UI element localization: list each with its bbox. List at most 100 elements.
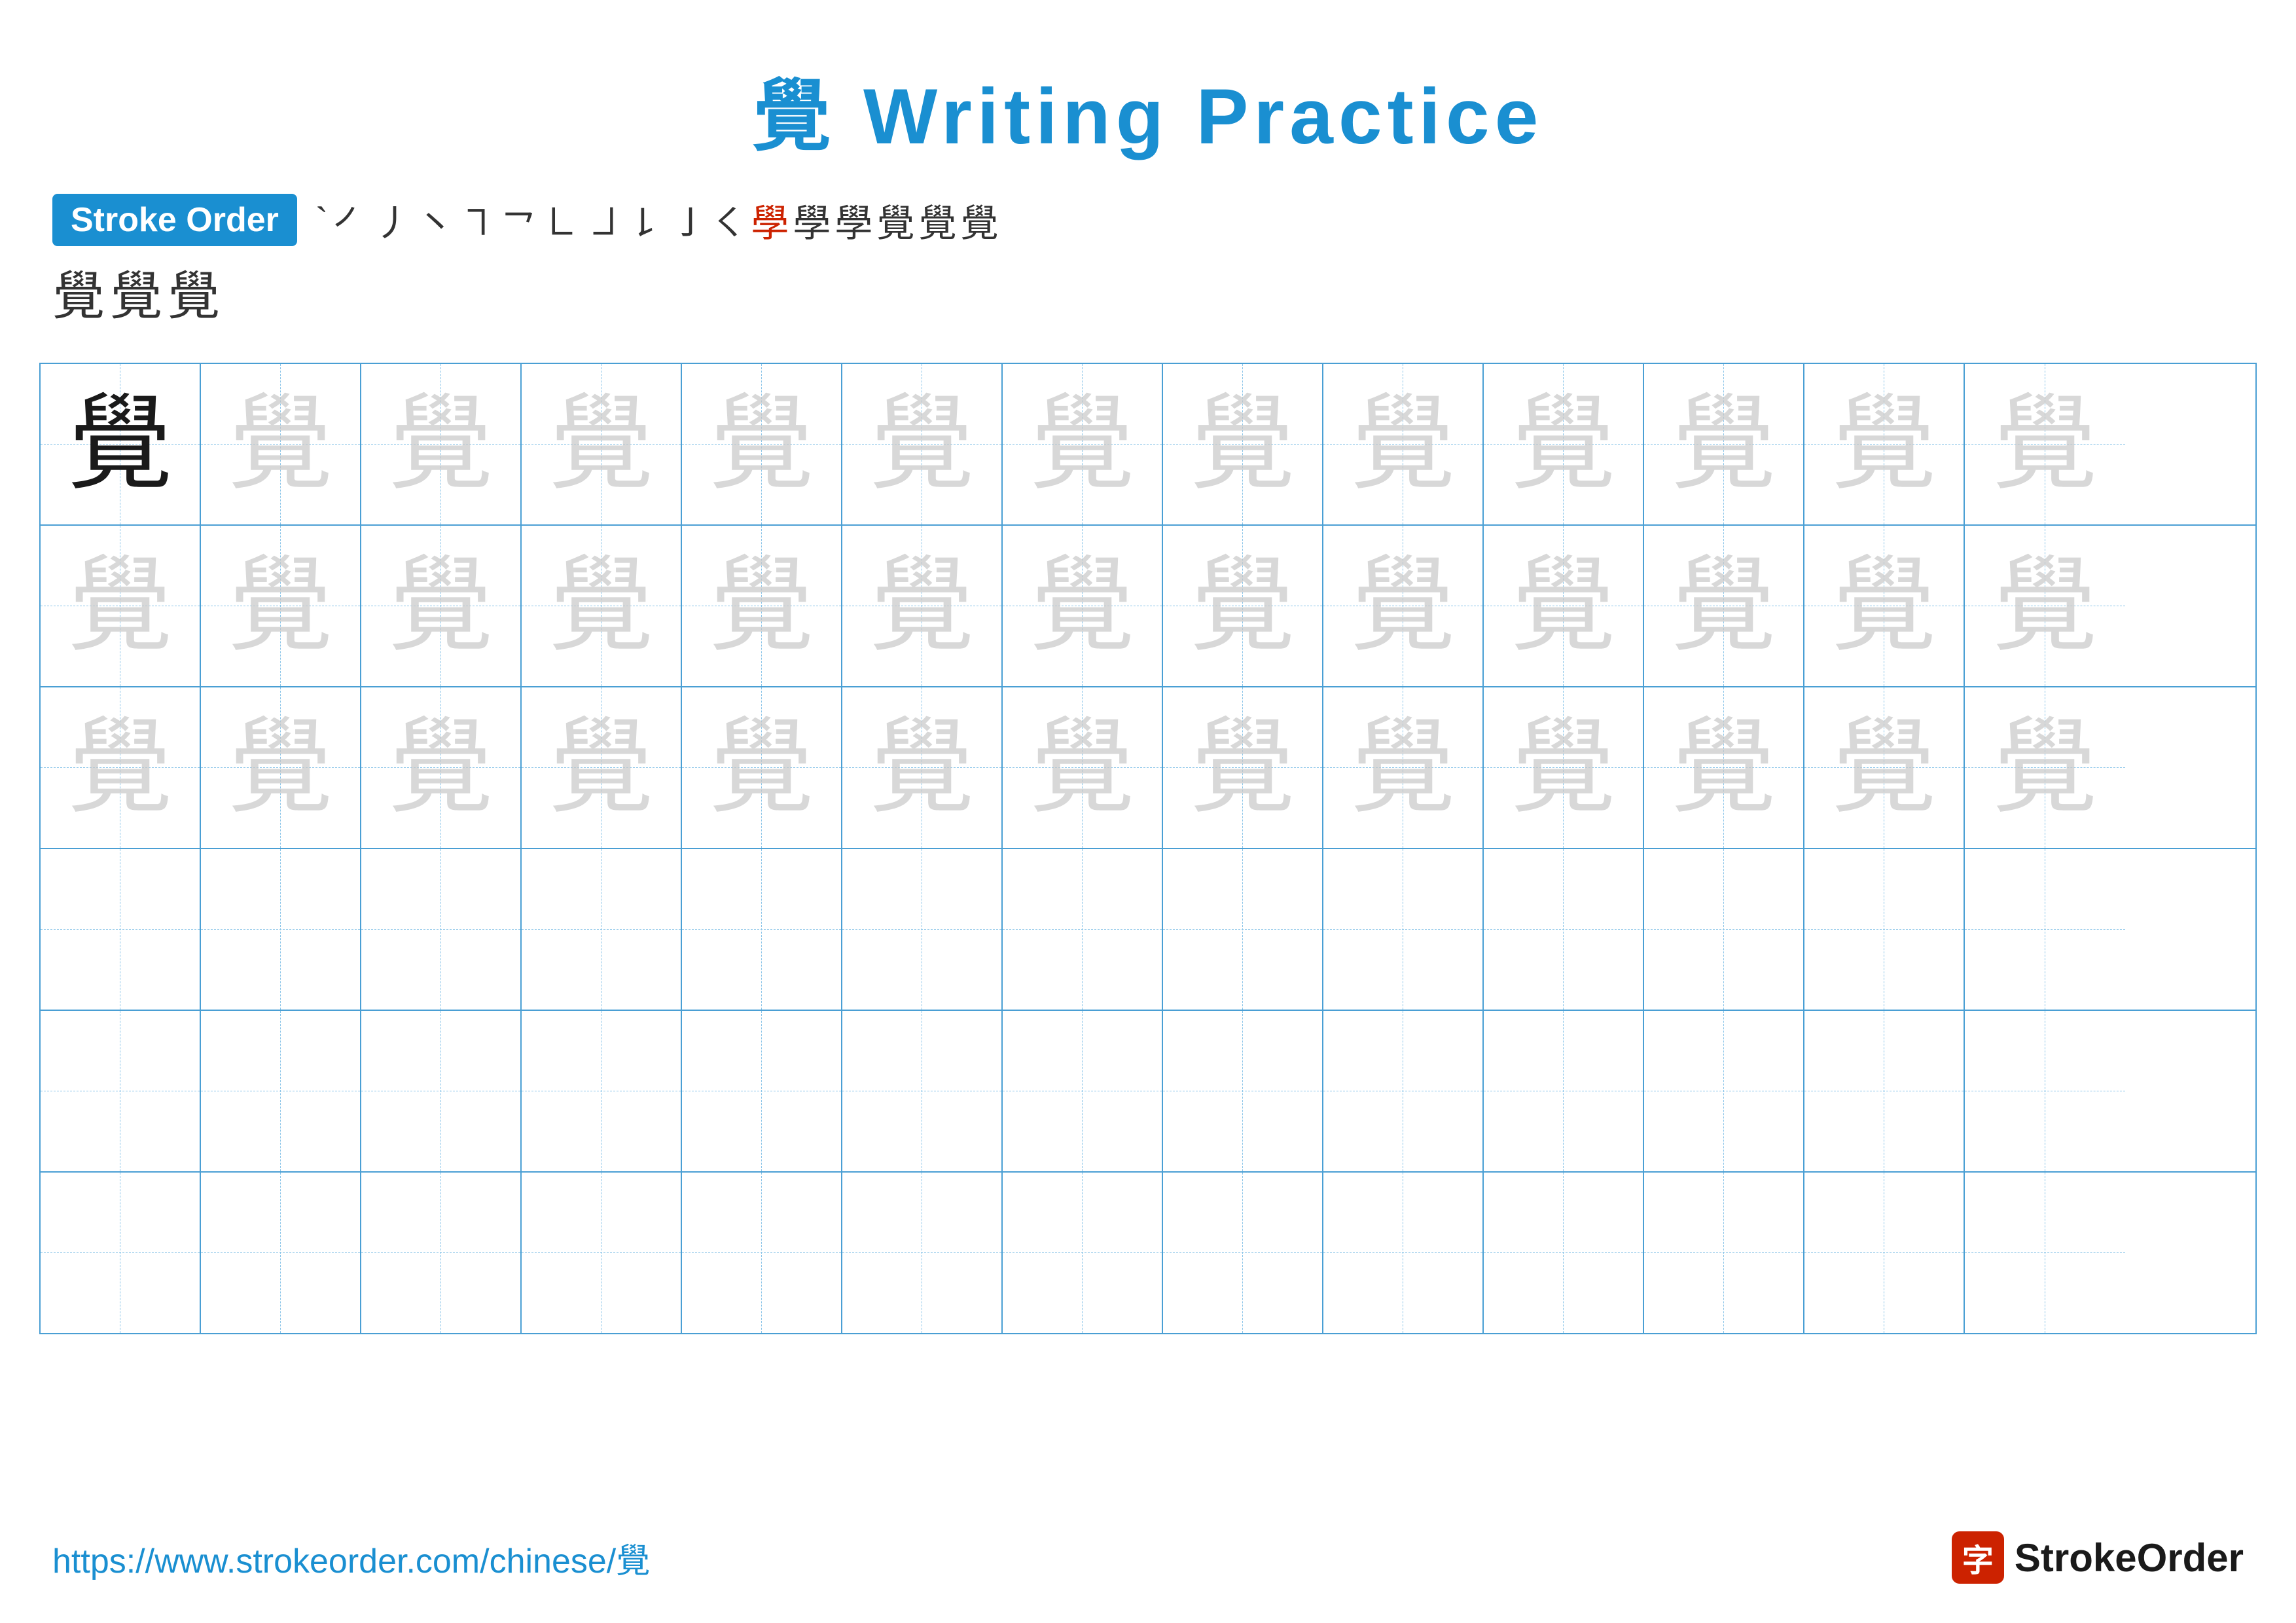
grid-cell-4-8[interactable] bbox=[1163, 849, 1323, 1010]
grid-cell-2-3[interactable]: 覺 bbox=[361, 526, 522, 686]
grid-cell-3-4[interactable]: 覺 bbox=[522, 687, 682, 848]
grid-cell-5-12[interactable] bbox=[1804, 1011, 1965, 1171]
grid-cell-6-7[interactable] bbox=[1003, 1173, 1163, 1333]
grid-cell-2-10[interactable]: 覺 bbox=[1484, 526, 1644, 686]
grid-cell-3-9[interactable]: 覺 bbox=[1323, 687, 1484, 848]
grid-cell-2-1[interactable]: 覺 bbox=[41, 526, 201, 686]
stroke-char-9: ㇙ bbox=[625, 192, 663, 247]
grid-cell-1-8[interactable]: 覺 bbox=[1163, 364, 1323, 524]
grid-cell-5-8[interactable] bbox=[1163, 1011, 1323, 1171]
stroke-char-14: 學 bbox=[834, 192, 872, 247]
stroke-char-5: ㇕ bbox=[457, 192, 495, 247]
grid-cell-3-3[interactable]: 覺 bbox=[361, 687, 522, 848]
grid-cell-3-13[interactable]: 覺 bbox=[1965, 687, 2125, 848]
grid-cell-6-5[interactable] bbox=[682, 1173, 842, 1333]
grid-cell-6-13[interactable] bbox=[1965, 1173, 2125, 1333]
grid-cell-2-6[interactable]: 覺 bbox=[842, 526, 1003, 686]
grid-cell-2-7[interactable]: 覺 bbox=[1003, 526, 1163, 686]
grid-cell-4-9[interactable] bbox=[1323, 849, 1484, 1010]
grid-cell-1-1[interactable]: 覺 bbox=[41, 364, 201, 524]
grid-cell-4-2[interactable] bbox=[201, 849, 361, 1010]
grid-cell-3-1[interactable]: 覺 bbox=[41, 687, 201, 848]
grid-row-3: 覺 覺 覺 覺 覺 覺 覺 覺 覺 覺 覺 覺 覺 bbox=[41, 687, 2255, 849]
grid-cell-1-5[interactable]: 覺 bbox=[682, 364, 842, 524]
stroke-char-4: ㇔ bbox=[416, 192, 454, 247]
grid-cell-3-10[interactable]: 覺 bbox=[1484, 687, 1644, 848]
grid-cell-4-1[interactable] bbox=[41, 849, 201, 1010]
grid-cell-1-10[interactable]: 覺 bbox=[1484, 364, 1644, 524]
page-title: 覺 Writing Practice bbox=[0, 0, 2296, 166]
stroke-char-3: ㇓ bbox=[374, 192, 412, 247]
grid-row-6 bbox=[41, 1173, 2255, 1333]
grid-cell-6-8[interactable] bbox=[1163, 1173, 1323, 1333]
grid-cell-5-13[interactable] bbox=[1965, 1011, 2125, 1171]
grid-cell-5-1[interactable] bbox=[41, 1011, 201, 1171]
grid-cell-3-7[interactable]: 覺 bbox=[1003, 687, 1163, 848]
grid-cell-4-13[interactable] bbox=[1965, 849, 2125, 1010]
grid-cell-4-3[interactable] bbox=[361, 849, 522, 1010]
grid-cell-2-11[interactable]: 覺 bbox=[1644, 526, 1804, 686]
grid-cell-1-6[interactable]: 覺 bbox=[842, 364, 1003, 524]
grid-cell-5-5[interactable] bbox=[682, 1011, 842, 1171]
grid-cell-5-4[interactable] bbox=[522, 1011, 682, 1171]
grid-cell-2-13[interactable]: 覺 bbox=[1965, 526, 2125, 686]
grid-cell-2-2[interactable]: 覺 bbox=[201, 526, 361, 686]
stroke-chars-row1: ˋ ㇒ ㇓ ㇔ ㇕ ㇖ ㇗ ㇘ ㇙ ㇚ ㇛ 學 學 學 覺 覺 覺 bbox=[315, 192, 999, 247]
grid-cell-4-11[interactable] bbox=[1644, 849, 1804, 1010]
grid-cell-6-11[interactable] bbox=[1644, 1173, 1804, 1333]
grid-row-4 bbox=[41, 849, 2255, 1011]
grid-cell-2-5[interactable]: 覺 bbox=[682, 526, 842, 686]
grid-cell-3-11[interactable]: 覺 bbox=[1644, 687, 1804, 848]
grid-cell-3-8[interactable]: 覺 bbox=[1163, 687, 1323, 848]
grid-cell-3-5[interactable]: 覺 bbox=[682, 687, 842, 848]
grid-cell-1-4[interactable]: 覺 bbox=[522, 364, 682, 524]
grid-cell-6-9[interactable] bbox=[1323, 1173, 1484, 1333]
grid-cell-1-11[interactable]: 覺 bbox=[1644, 364, 1804, 524]
stroke-char-10: ㇚ bbox=[667, 192, 705, 247]
logo-text: StrokeOrder bbox=[2015, 1535, 2244, 1580]
stroke-chars-row2: 覺 覺 覺 bbox=[0, 254, 2296, 350]
grid-cell-6-10[interactable] bbox=[1484, 1173, 1644, 1333]
grid-cell-1-2[interactable]: 覺 bbox=[201, 364, 361, 524]
grid-cell-6-3[interactable] bbox=[361, 1173, 522, 1333]
grid-cell-3-12[interactable]: 覺 bbox=[1804, 687, 1965, 848]
grid-cell-3-2[interactable]: 覺 bbox=[201, 687, 361, 848]
stroke-char-17: 覺 bbox=[960, 192, 998, 247]
grid-cell-3-6[interactable]: 覺 bbox=[842, 687, 1003, 848]
grid-cell-5-10[interactable] bbox=[1484, 1011, 1644, 1171]
grid-cell-4-5[interactable] bbox=[682, 849, 842, 1010]
grid-cell-4-6[interactable] bbox=[842, 849, 1003, 1010]
stroke-char-7: ㇗ bbox=[541, 192, 579, 247]
grid-cell-6-6[interactable] bbox=[842, 1173, 1003, 1333]
stroke-char-16: 覺 bbox=[918, 192, 956, 247]
grid-cell-1-3[interactable]: 覺 bbox=[361, 364, 522, 524]
grid-cell-2-12[interactable]: 覺 bbox=[1804, 526, 1965, 686]
grid-cell-6-4[interactable] bbox=[522, 1173, 682, 1333]
stroke-char-18: 覺 bbox=[52, 254, 105, 330]
grid-row-2: 覺 覺 覺 覺 覺 覺 覺 覺 覺 覺 覺 覺 覺 bbox=[41, 526, 2255, 687]
grid-cell-5-3[interactable] bbox=[361, 1011, 522, 1171]
grid-cell-1-9[interactable]: 覺 bbox=[1323, 364, 1484, 524]
grid-cell-5-11[interactable] bbox=[1644, 1011, 1804, 1171]
grid-cell-4-10[interactable] bbox=[1484, 849, 1644, 1010]
footer-url[interactable]: https://www.strokeorder.com/chinese/覺 bbox=[52, 1533, 650, 1582]
grid-cell-2-9[interactable]: 覺 bbox=[1323, 526, 1484, 686]
grid-cell-6-12[interactable] bbox=[1804, 1173, 1965, 1333]
stroke-char-13: 學 bbox=[793, 192, 831, 247]
stroke-order-badge: Stroke Order bbox=[52, 194, 297, 246]
grid-cell-4-4[interactable] bbox=[522, 849, 682, 1010]
grid-cell-1-7[interactable]: 覺 bbox=[1003, 364, 1163, 524]
grid-cell-1-12[interactable]: 覺 bbox=[1804, 364, 1965, 524]
grid-cell-6-2[interactable] bbox=[201, 1173, 361, 1333]
grid-cell-2-8[interactable]: 覺 bbox=[1163, 526, 1323, 686]
grid-cell-1-13[interactable]: 覺 bbox=[1965, 364, 2125, 524]
grid-cell-6-1[interactable] bbox=[41, 1173, 201, 1333]
grid-cell-2-4[interactable]: 覺 bbox=[522, 526, 682, 686]
grid-cell-5-2[interactable] bbox=[201, 1011, 361, 1171]
grid-cell-5-9[interactable] bbox=[1323, 1011, 1484, 1171]
grid-cell-5-7[interactable] bbox=[1003, 1011, 1163, 1171]
stroke-char-2: ㇒ bbox=[332, 192, 370, 247]
grid-cell-5-6[interactable] bbox=[842, 1011, 1003, 1171]
grid-cell-4-12[interactable] bbox=[1804, 849, 1965, 1010]
grid-cell-4-7[interactable] bbox=[1003, 849, 1163, 1010]
